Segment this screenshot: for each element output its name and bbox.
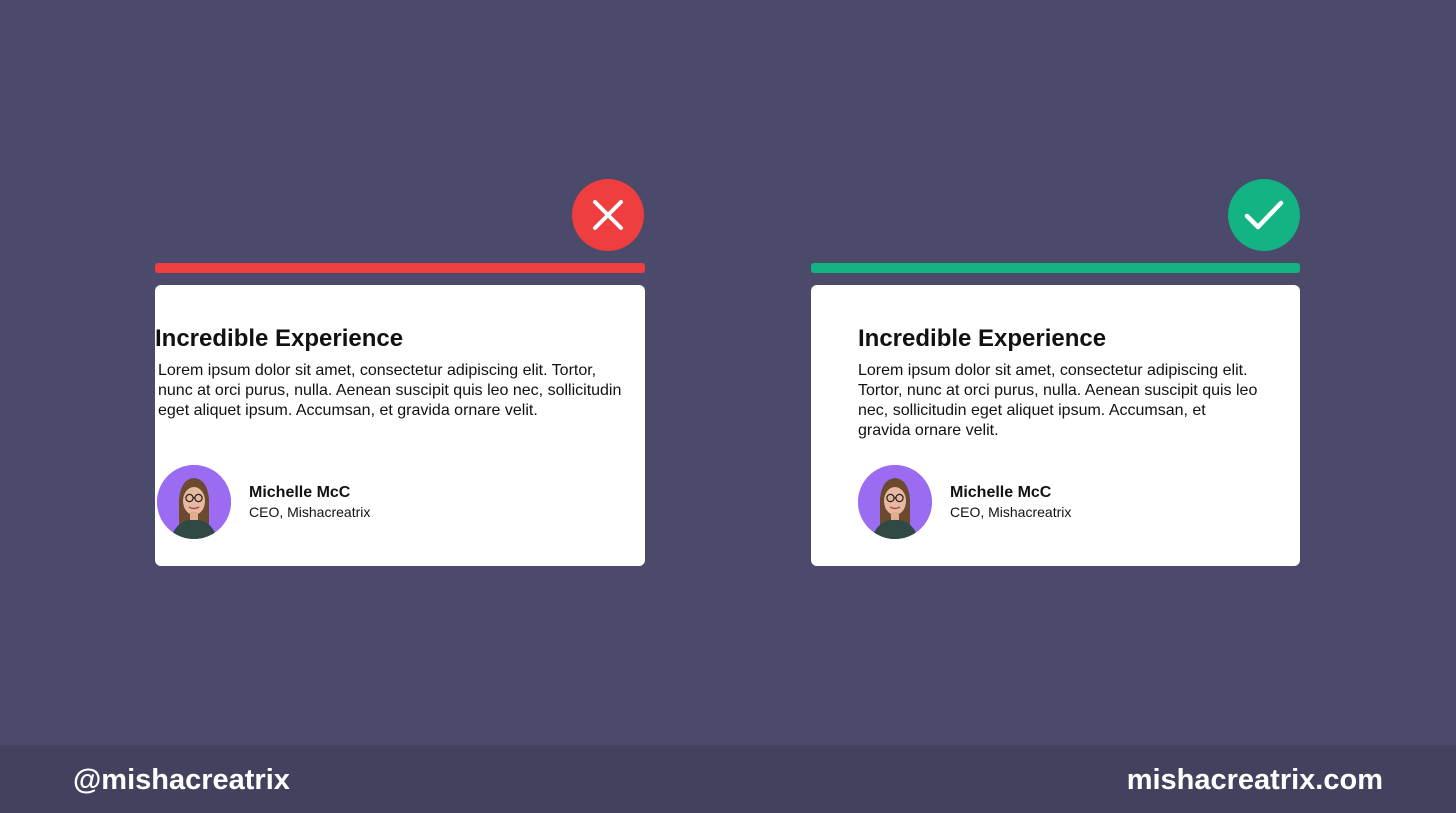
website-url: mishacreatrix.com: [1126, 764, 1383, 796]
card-body: Lorem ipsum dolor sit amet, consectetur …: [158, 362, 622, 419]
card-content: Incredible Experience Lorem ipsum dolor …: [858, 324, 1258, 441]
x-mark-icon: [593, 200, 623, 230]
good-indicator-bar: [811, 263, 1300, 273]
testimonial-card-bad: Incredible Experience Lorem ipsum dolor …: [155, 285, 645, 566]
person-photo-icon: [157, 465, 231, 539]
author-role: CEO, Mishacreatrix: [249, 504, 371, 520]
checkmark-icon: [1244, 200, 1284, 230]
author-name: Michelle McC: [950, 484, 1052, 501]
success-badge: [1228, 179, 1300, 251]
author-info: Michelle McC CEO, Mishacreatrix: [249, 483, 370, 521]
author: Michelle McC CEO, Mishacreatrix: [858, 465, 1071, 539]
person-photo-icon: [858, 465, 932, 539]
author-info: Michelle McC CEO, Mishacreatrix: [950, 483, 1071, 521]
testimonial-card-good: Incredible Experience Lorem ipsum dolor …: [811, 285, 1300, 566]
error-badge: [572, 179, 644, 251]
card-title: Incredible Experience: [858, 325, 1107, 352]
avatar: [858, 465, 932, 539]
card-body: Lorem ipsum dolor sit amet, consectetur …: [858, 362, 1258, 439]
social-handle: @mishacreatrix: [73, 764, 290, 796]
avatar: [157, 465, 231, 539]
bad-indicator-bar: [155, 263, 645, 273]
author-name: Michelle McC: [249, 484, 351, 501]
card-content: Incredible Experience Lorem ipsum dolor …: [155, 324, 631, 421]
author: Michelle McC CEO, Mishacreatrix: [157, 465, 370, 539]
card-title: Incredible Experience: [155, 325, 404, 352]
author-role: CEO, Mishacreatrix: [950, 504, 1072, 520]
